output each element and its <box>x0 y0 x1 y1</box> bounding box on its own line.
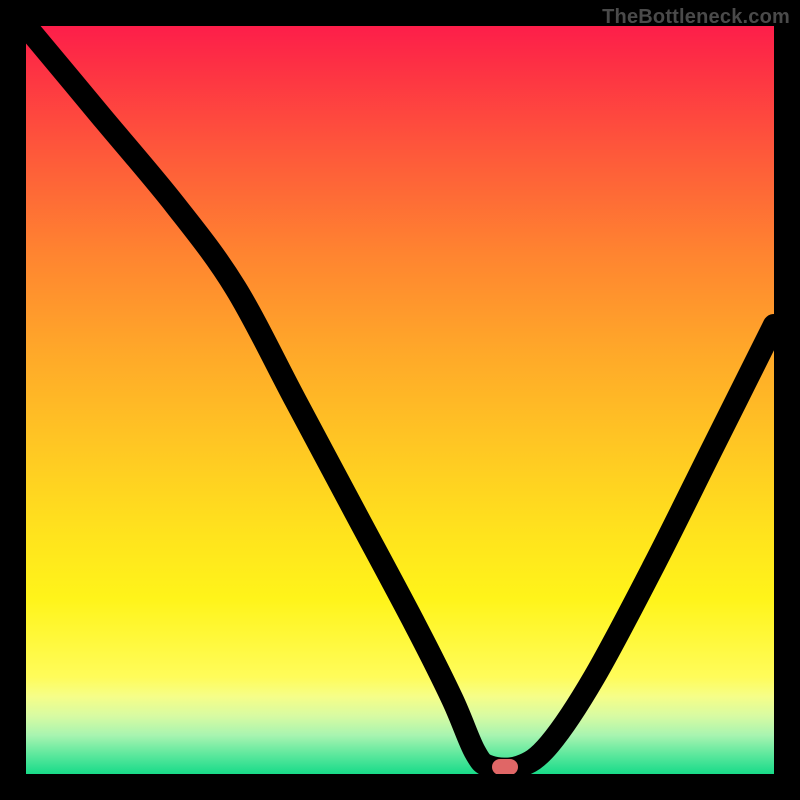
bottleneck-curve <box>26 26 774 774</box>
watermark-label: TheBottleneck.com <box>602 6 790 29</box>
chart-container: TheBottleneck.com <box>0 0 800 800</box>
optimal-point-marker <box>492 759 518 774</box>
plot-area <box>26 26 774 774</box>
